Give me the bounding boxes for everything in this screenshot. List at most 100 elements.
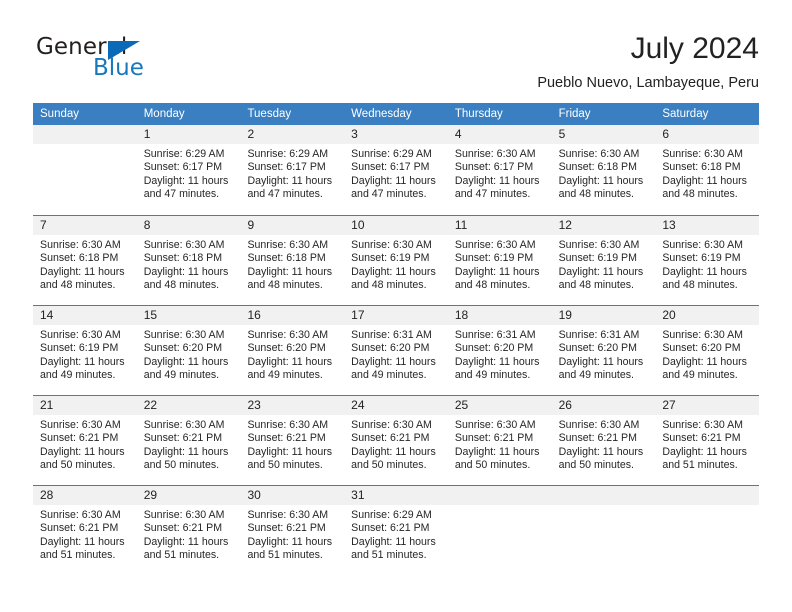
calendar-day-cell[interactable]: 25 Sunrise: 6:30 AM Sunset: 6:21 PM Dayligh… [447, 396, 552, 485]
calendar-day-cell[interactable]: 29 Sunrise: 6:30 AM Sunset: 6:21 PM Dayligh… [136, 486, 241, 575]
day-number-band: 8 [136, 216, 241, 235]
day-details: Sunrise: 6:30 AM Sunset: 6:21 PM Daylight:… [137, 415, 241, 473]
day-number-band: 5 [551, 125, 656, 144]
day-number: 26 [558, 398, 572, 412]
day-details: Sunrise: 6:30 AM Sunset: 6:19 PM Daylight:… [448, 235, 552, 293]
calendar-day-cell[interactable]: 30 Sunrise: 6:30 AM Sunset: 6:21 PM Dayligh… [240, 486, 345, 575]
calendar-cell-empty [33, 125, 137, 215]
day-number-band: 10 [344, 216, 448, 235]
day-number-band: 1 [136, 125, 241, 144]
calendar-cell-empty [551, 486, 656, 575]
calendar-day-cell[interactable]: 19 Sunrise: 6:31 AM Sunset: 6:20 PM Dayligh… [551, 306, 656, 395]
day-details: Sunrise: 6:29 AM Sunset: 6:17 PM Daylight:… [344, 144, 448, 202]
calendar-day-cell[interactable]: 9 Sunrise: 6:30 AM Sunset: 6:18 PM Daylight… [240, 216, 345, 305]
day-number: 9 [247, 218, 255, 232]
daylight-text-line2: and 48 minutes. [662, 279, 738, 292]
calendar-day-cell[interactable]: 2 Sunrise: 6:29 AM Sunset: 6:17 PM Daylight… [240, 125, 345, 215]
calendar-day-cell[interactable]: 3 Sunrise: 6:29 AM Sunset: 6:17 PM Daylight… [344, 125, 448, 215]
weekday-header-sunday: Sunday [40, 108, 80, 120]
daylight-text-line1: Daylight: 11 hours [247, 265, 333, 278]
sunset-text: Sunset: 6:19 PM [351, 252, 430, 265]
calendar-day-cell[interactable]: 5 Sunrise: 6:30 AM Sunset: 6:18 PM Daylight… [551, 125, 656, 215]
calendar-day-cell[interactable]: 31 Sunrise: 6:29 AM Sunset: 6:21 PM Dayligh… [344, 486, 448, 575]
daylight-text-line1: Daylight: 11 hours [662, 445, 747, 458]
daylight-text-line1: Daylight: 11 hours [40, 355, 125, 368]
day-number-band: 16 [240, 306, 345, 325]
weekday-header-tuesday: Tuesday [247, 108, 292, 120]
day-number-band [447, 486, 552, 505]
daylight-text-line2: and 49 minutes. [351, 369, 427, 382]
sunset-text: Sunset: 6:18 PM [662, 161, 741, 174]
daylight-text-line2: and 48 minutes. [558, 188, 634, 201]
calendar-day-cell[interactable]: 10 Sunrise: 6:30 AM Sunset: 6:19 PM Dayligh… [344, 216, 448, 305]
daylight-text-line2: and 48 minutes. [143, 279, 220, 292]
day-number: 31 [351, 488, 365, 502]
calendar-day-cell[interactable]: 21 Sunrise: 6:30 AM Sunset: 6:21 PM Dayligh… [33, 396, 137, 485]
calendar-day-cell[interactable]: 13 Sunrise: 6:30 AM Sunset: 6:19 PM Dayligh… [655, 216, 760, 305]
day-number: 14 [40, 308, 54, 322]
calendar-day-cell[interactable]: 11 Sunrise: 6:30 AM Sunset: 6:19 PM Dayligh… [447, 216, 552, 305]
day-number-band: 14 [33, 306, 137, 325]
sunrise-text: Sunrise: 6:31 AM [558, 329, 640, 341]
calendar-day-cell[interactable]: 1 Sunrise: 6:29 AM Sunset: 6:17 PM Daylight… [136, 125, 241, 215]
day-number-band: 20 [655, 306, 760, 325]
sunrise-text: Sunrise: 6:30 AM [40, 509, 121, 521]
sunset-text: Sunset: 6:18 PM [558, 161, 637, 174]
calendar-day-cell[interactable]: 23 Sunrise: 6:30 AM Sunset: 6:21 PM Dayligh… [240, 396, 345, 485]
sunrise-text: Sunrise: 6:30 AM [558, 148, 640, 160]
sunset-text: Sunset: 6:20 PM [247, 342, 326, 355]
calendar-day-cell[interactable]: 16 Sunrise: 6:30 AM Sunset: 6:20 PM Dayligh… [240, 306, 345, 395]
sunset-text: Sunset: 6:21 PM [247, 432, 326, 445]
daylight-text-line1: Daylight: 11 hours [247, 535, 333, 548]
daylight-text-line2: and 49 minutes. [662, 369, 738, 382]
calendar-day-cell[interactable]: 8 Sunrise: 6:30 AM Sunset: 6:18 PM Daylight… [136, 216, 241, 305]
calendar-day-cell[interactable]: 20 Sunrise: 6:30 AM Sunset: 6:20 PM Dayligh… [655, 306, 760, 395]
calendar-day-cell[interactable]: 18 Sunrise: 6:31 AM Sunset: 6:20 PM Dayligh… [447, 306, 552, 395]
calendar-day-cell[interactable]: 12 Sunrise: 6:30 AM Sunset: 6:19 PM Dayligh… [551, 216, 656, 305]
sunrise-text: Sunrise: 6:31 AM [351, 329, 432, 341]
day-details: Sunrise: 6:30 AM Sunset: 6:21 PM Daylight:… [137, 505, 241, 563]
calendar-day-cell[interactable]: 24 Sunrise: 6:30 AM Sunset: 6:21 PM Dayligh… [344, 396, 448, 485]
day-details: Sunrise: 6:30 AM Sunset: 6:18 PM Daylight:… [552, 144, 656, 202]
day-details: Sunrise: 6:30 AM Sunset: 6:19 PM Daylight:… [33, 325, 137, 383]
day-number-band: 2 [240, 125, 345, 144]
sunrise-text: Sunrise: 6:30 AM [40, 239, 121, 251]
calendar-day-cell[interactable]: 27 Sunrise: 6:30 AM Sunset: 6:21 PM Dayligh… [655, 396, 760, 485]
calendar-day-cell[interactable]: 26 Sunrise: 6:30 AM Sunset: 6:21 PM Dayligh… [551, 396, 656, 485]
calendar-day-cell[interactable]: 7 Sunrise: 6:30 AM Sunset: 6:18 PM Daylight… [33, 216, 137, 305]
calendar-cell-empty [447, 486, 552, 575]
calendar-day-cell[interactable]: 17 Sunrise: 6:31 AM Sunset: 6:20 PM Dayligh… [344, 306, 448, 395]
day-number-band: 25 [447, 396, 552, 415]
sunrise-text: Sunrise: 6:30 AM [247, 509, 329, 521]
day-details: Sunrise: 6:30 AM Sunset: 6:21 PM Daylight:… [344, 415, 448, 473]
day-number-band [655, 486, 760, 505]
daylight-text-line1: Daylight: 11 hours [247, 445, 333, 458]
sunset-text: Sunset: 6:21 PM [558, 432, 637, 445]
daylight-text-line2: and 50 minutes. [351, 459, 427, 472]
weekday-header-saturday: Saturday [662, 108, 709, 120]
calendar-day-cell[interactable]: 6 Sunrise: 6:30 AM Sunset: 6:18 PM Daylight… [655, 125, 760, 215]
day-details: Sunrise: 6:29 AM Sunset: 6:21 PM Daylight:… [344, 505, 448, 563]
daylight-text-line1: Daylight: 11 hours [662, 355, 747, 368]
daylight-text-line1: Daylight: 11 hours [454, 445, 540, 458]
sunset-text: Sunset: 6:17 PM [247, 161, 326, 174]
calendar-day-cell[interactable]: 22 Sunrise: 6:30 AM Sunset: 6:21 PM Dayligh… [136, 396, 241, 485]
sunset-text: Sunset: 6:21 PM [454, 432, 534, 445]
sunset-text: Sunset: 6:17 PM [143, 161, 223, 174]
calendar-day-cell[interactable]: 4 Sunrise: 6:30 AM Sunset: 6:17 PM Daylight… [447, 125, 552, 215]
calendar-day-cell[interactable]: 28 Sunrise: 6:30 AM Sunset: 6:21 PM Dayligh… [33, 486, 137, 575]
daylight-text-line2: and 47 minutes. [143, 188, 220, 201]
day-number-band: 22 [136, 396, 241, 415]
daylight-text-line1: Daylight: 11 hours [558, 265, 644, 278]
day-number: 16 [247, 308, 261, 322]
weekday-header-thursday: Thursday [454, 108, 503, 120]
calendar-day-cell[interactable]: 14 Sunrise: 6:30 AM Sunset: 6:19 PM Dayligh… [33, 306, 137, 395]
daylight-text-line2: and 51 minutes. [662, 459, 738, 472]
page-header: General Blue July 2024 Pueblo Nuevo, Lam… [33, 30, 759, 96]
daylight-text-line2: and 49 minutes. [40, 369, 116, 382]
day-number-band: 11 [447, 216, 552, 235]
general-blue-logo[interactable]: General Blue [33, 34, 243, 90]
calendar-day-cell[interactable]: 15 Sunrise: 6:30 AM Sunset: 6:20 PM Dayligh… [136, 306, 241, 395]
daylight-text-line2: and 49 minutes. [558, 369, 634, 382]
sunrise-text: Sunrise: 6:29 AM [247, 148, 329, 160]
